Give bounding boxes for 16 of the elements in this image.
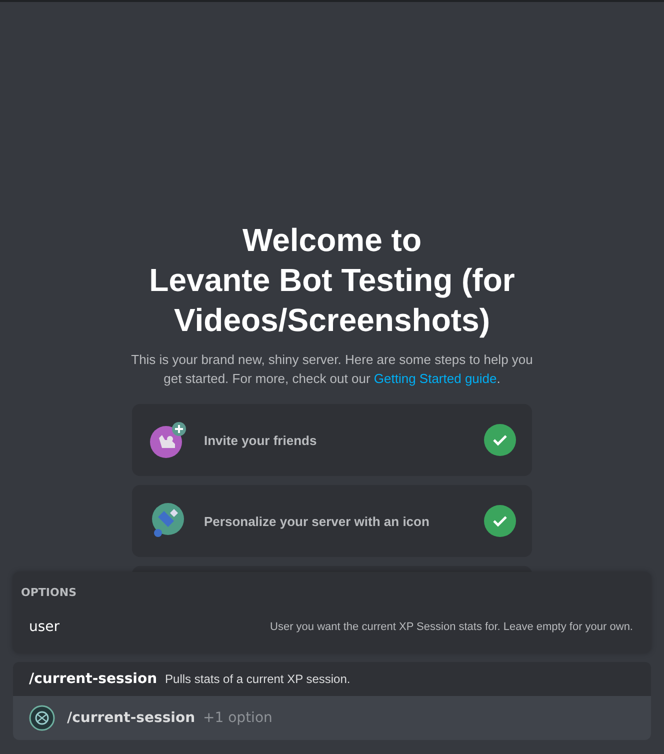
command-item[interactable]: /current-session +1 option xyxy=(13,696,651,740)
description: This is your brand new, shiny server. Here are some steps to help you get started. For more, check out our Getting Started guide. xyxy=(130,351,534,388)
command-description: Pulls stats of a current XP session. xyxy=(165,672,350,686)
welcome-title: Welcome to xyxy=(242,221,422,260)
link[interactable]: Getting Started guide xyxy=(374,371,497,386)
bot-avatar-icon xyxy=(29,705,55,731)
step-card[interactable]: Invite your friends xyxy=(132,404,532,476)
section-heading: OPTIONS xyxy=(21,586,78,599)
welcome-title: Levante Bot Testing (for xyxy=(149,261,515,300)
paintbrush-icon xyxy=(150,503,186,539)
option-name: user xyxy=(29,619,60,635)
command-name: /current-session xyxy=(29,671,158,687)
step-card[interactable]: Personalize your server with an icon xyxy=(132,485,532,557)
option-description: User you want the current XP Session stats for. Leave empty for your own. xyxy=(270,621,633,633)
welcome-title: Videos/Screenshots) xyxy=(174,301,490,340)
invite-friends-icon xyxy=(150,422,186,458)
